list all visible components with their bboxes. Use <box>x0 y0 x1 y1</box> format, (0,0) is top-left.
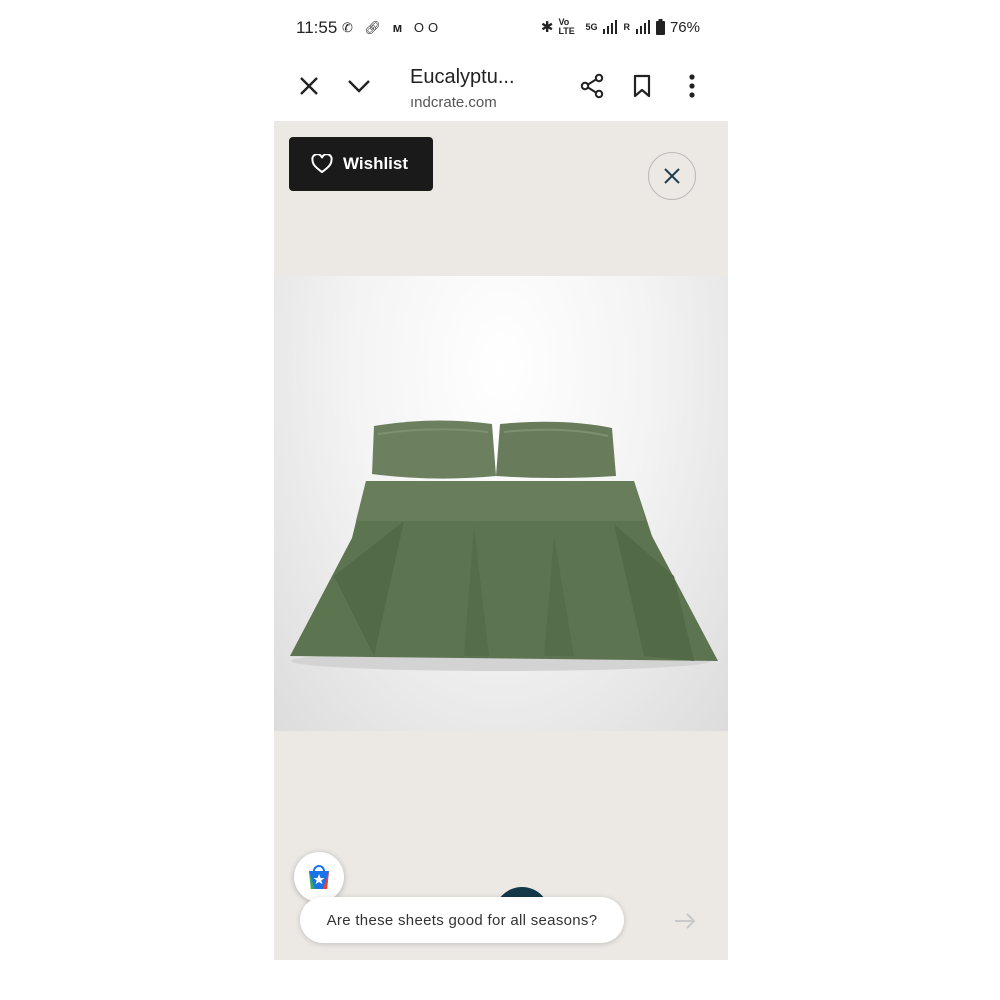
product-image <box>274 276 728 731</box>
close-icon <box>300 77 318 95</box>
network-label: 5G <box>585 21 598 32</box>
arrow-right-icon[interactable] <box>674 913 696 929</box>
wishlist-button[interactable]: Wishlist <box>289 137 433 191</box>
system-status: ✱ Vo LTE 5G R 76% <box>540 17 700 37</box>
status-bar: 11:55 ✆ 🔗︎ м ОО ✱ Vo LTE 5G R 76% <box>274 10 728 46</box>
heart-icon <box>311 154 333 174</box>
bookmark-icon <box>633 74 651 98</box>
more-options-button[interactable] <box>674 68 710 104</box>
volte-label: Vo LTE <box>558 17 575 36</box>
shopping-bag-star-icon <box>309 865 329 889</box>
link-icon: 🔗︎ <box>364 20 386 35</box>
roaming-label: R <box>623 21 630 32</box>
signal-icon <box>603 20 618 34</box>
page-title: Eucalyptu... <box>410 66 515 88</box>
page-url[interactable]: ındcrate.com <box>410 94 497 111</box>
minimize-button[interactable] <box>341 68 377 104</box>
wishlist-label: Wishlist <box>343 154 409 173</box>
close-tab-button[interactable] <box>291 68 327 104</box>
signal-icon-2 <box>635 20 650 34</box>
close-lightbox-button[interactable] <box>648 152 696 200</box>
close-icon <box>664 168 680 184</box>
battery-icon <box>655 19 665 35</box>
status-time: 11:55 <box>296 18 338 37</box>
product-lightbox: Wishlist Are these sheets good for all s… <box>274 121 728 960</box>
notification-icons: ✆ 🔗︎ м ОО <box>342 20 442 36</box>
phone-screen: 11:55 ✆ 🔗︎ м ОО ✱ Vo LTE 5G R 76% Eucaly… <box>274 0 728 1000</box>
bed-sheets-illustration <box>290 420 718 671</box>
share-icon <box>580 73 604 99</box>
shopping-assistant-button[interactable] <box>294 852 344 902</box>
suggested-question-chip[interactable]: Are these sheets good for all seasons? <box>300 897 624 943</box>
chevron-down-icon <box>348 80 370 93</box>
share-button[interactable] <box>574 68 610 104</box>
mi-icon: м <box>392 20 407 35</box>
bookmark-button[interactable] <box>624 68 660 104</box>
bluetooth-icon: ✱ <box>540 19 554 36</box>
suggested-question-text: Are these sheets good for all seasons? <box>326 911 598 929</box>
more-vertical-icon <box>689 74 695 98</box>
browser-toolbar: Eucalyptu... ındcrate.com <box>274 58 728 120</box>
whatsapp-icon: ✆ <box>342 20 357 35</box>
battery-percent: 76% <box>669 18 700 36</box>
voicemail-icon: ОО <box>413 20 443 35</box>
